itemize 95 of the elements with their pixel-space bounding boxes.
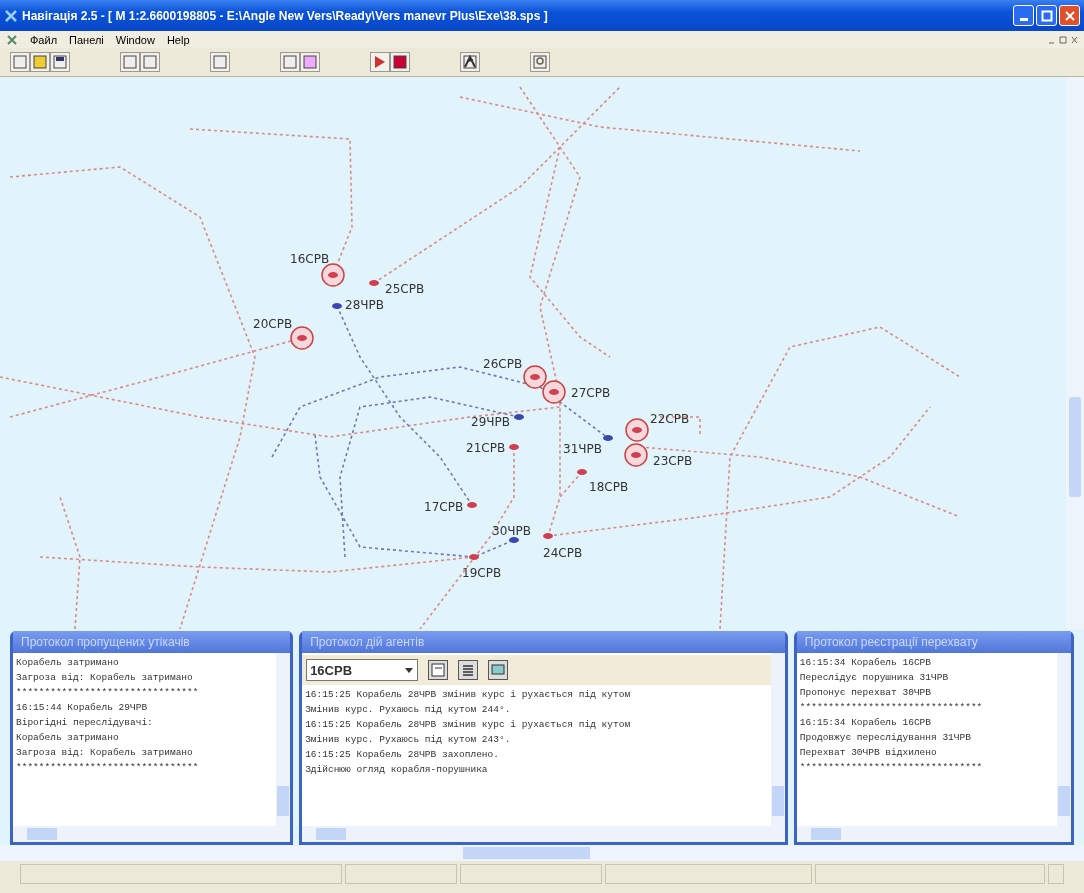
ship-label: 29ЧРВ bbox=[471, 415, 510, 429]
ship-label: 25СРВ bbox=[385, 282, 425, 296]
vertical-scrollbar[interactable] bbox=[276, 653, 291, 826]
vertical-scrollbar[interactable] bbox=[1057, 653, 1071, 826]
menu-item[interactable]: Панелі bbox=[69, 33, 104, 46]
ship-marker[interactable] bbox=[632, 427, 642, 433]
ship-label: 26СРВ bbox=[483, 357, 523, 371]
ship-label: 27СРВ bbox=[571, 386, 611, 400]
ship-label: 31ЧРВ bbox=[563, 442, 602, 456]
ship-label: 17СРВ bbox=[424, 500, 464, 514]
minimize-icon bbox=[1019, 18, 1028, 21]
horizontal-scrollbar[interactable] bbox=[796, 826, 1071, 842]
save-tool-icon[interactable] bbox=[50, 52, 70, 72]
log-line: Змінив курс. Рухаюсь під кутом 244°. bbox=[305, 703, 512, 717]
minimize-button[interactable] bbox=[1013, 5, 1034, 26]
log-line: 16:15:34 Корабель 16СРВ bbox=[799, 716, 932, 730]
log-line: Перехват 30ЧРВ відхилено bbox=[799, 746, 938, 760]
log-line: ******************************** bbox=[16, 761, 200, 775]
page-tool-icon[interactable] bbox=[300, 52, 320, 72]
log-line: 16:15:34 Корабель 16СРВ bbox=[799, 656, 932, 670]
ship-marker[interactable] bbox=[631, 452, 641, 458]
ship-marker[interactable] bbox=[297, 335, 307, 341]
ship-marker[interactable] bbox=[328, 272, 338, 278]
ship-label: 18СРВ bbox=[589, 480, 629, 494]
ship-marker[interactable] bbox=[369, 280, 379, 286]
ship-marker[interactable] bbox=[509, 537, 519, 543]
target-ring-icon[interactable] bbox=[542, 380, 566, 404]
target-ring-icon[interactable] bbox=[290, 326, 314, 350]
ship-label: 30ЧРВ bbox=[492, 524, 531, 538]
close-button[interactable] bbox=[1059, 5, 1080, 26]
horizontal-scrollbar[interactable] bbox=[13, 826, 291, 842]
ship-label: 19СРВ bbox=[462, 566, 502, 580]
ship-marker[interactable] bbox=[509, 444, 519, 450]
close-icon bbox=[1063, 9, 1076, 22]
ship-marker[interactable] bbox=[549, 389, 559, 395]
log-line: 16:15:44 Корабель 29ЧРВ bbox=[16, 701, 149, 715]
log-line: Корабель затримано bbox=[16, 731, 120, 745]
log-line: Вірогідні переслідувачі: bbox=[16, 716, 154, 730]
log-line: 16:15:25 Корабель 28ЧРВ змінив курс і рухається під кутом bbox=[305, 718, 632, 732]
ship-marker[interactable] bbox=[603, 435, 613, 441]
list-icon[interactable] bbox=[458, 660, 479, 680]
log-line: ******************************** bbox=[799, 701, 984, 715]
ship-label: 21СРВ bbox=[466, 441, 506, 455]
log-line: ******************************** bbox=[16, 686, 200, 700]
ship-label: 20СРВ bbox=[253, 317, 293, 331]
window-title: Навігація 2.5 - [ M 1:2.6600198805 - E:\Angle New Vers\Ready\Vers manevr Plus\Exe\38.sps ] bbox=[22, 8, 549, 23]
ship-label: 23СРВ bbox=[653, 454, 693, 468]
log-line: Переслідує порушника 31ЧРВ bbox=[799, 671, 950, 685]
window-controls-icon[interactable] bbox=[1048, 34, 1078, 45]
ship-label: 28ЧРВ bbox=[345, 298, 384, 312]
menu-item[interactable]: Файл bbox=[30, 33, 58, 46]
export-icon[interactable] bbox=[428, 660, 449, 680]
horizontal-scrollbar[interactable] bbox=[0, 845, 1084, 861]
ship-marker[interactable] bbox=[332, 303, 342, 309]
log-line: Здійснюю огляд корабля-порушника bbox=[305, 763, 489, 777]
ship-label: 24СРВ bbox=[543, 546, 583, 560]
log-line: Пропонує перехват 30ЧРВ bbox=[799, 686, 932, 700]
log-line: Продовжує переслідування 31ЧРВ bbox=[799, 731, 972, 745]
log-line: Загроза від: Корабель затримано bbox=[16, 746, 194, 760]
log-line: Змінив курс. Рухаюсь під кутом 243°. bbox=[305, 733, 512, 747]
log-line: Корабель затримано bbox=[16, 656, 120, 670]
ship-label: 22СРВ bbox=[650, 412, 690, 426]
ship-marker[interactable] bbox=[543, 533, 553, 539]
app-icon bbox=[4, 8, 18, 23]
ship-marker[interactable] bbox=[467, 502, 477, 508]
app-icon bbox=[6, 33, 18, 46]
maximize-button[interactable] bbox=[1036, 5, 1057, 26]
dropdown-arrow-icon[interactable] bbox=[404, 666, 415, 674]
ship-label: 16СРВ bbox=[290, 252, 330, 266]
vertical-scrollbar[interactable] bbox=[1066, 77, 1084, 629]
log-line: 16:15:25 Корабель 28ЧРВ змінив курс і рухається під кутом bbox=[305, 688, 632, 702]
ship-marker[interactable] bbox=[469, 554, 479, 560]
menu-item[interactable]: Help bbox=[166, 33, 190, 46]
ship-marker[interactable] bbox=[530, 374, 540, 380]
log-line: 16:15:25 Корабель 28ЧРВ захоплено. bbox=[305, 748, 500, 762]
ship-marker[interactable] bbox=[514, 414, 524, 420]
panel-title: Протокол дій агентів bbox=[302, 631, 785, 653]
menu-item[interactable]: Window bbox=[115, 33, 155, 46]
target-ring-icon[interactable] bbox=[523, 365, 547, 389]
horizontal-scrollbar[interactable] bbox=[302, 826, 785, 842]
maximize-icon bbox=[1040, 9, 1053, 22]
log-line: Загроза від: Корабель затримано bbox=[16, 671, 194, 685]
play-tool-icon[interactable] bbox=[370, 52, 390, 72]
panel-title: Протокол реєстрації перехвату bbox=[796, 631, 1071, 653]
ship-marker[interactable] bbox=[577, 469, 587, 475]
target-ring-icon[interactable] bbox=[625, 418, 649, 442]
target-ring-icon[interactable] bbox=[624, 443, 648, 467]
stop-tool-icon[interactable] bbox=[390, 52, 410, 72]
panel-title: Протокол пропущених утікачів bbox=[13, 631, 291, 653]
target-ring-icon[interactable] bbox=[321, 263, 345, 287]
doc-tool-icon[interactable] bbox=[10, 52, 30, 72]
ship-select[interactable]: 16СРВ bbox=[306, 659, 419, 681]
log-line: ******************************** bbox=[799, 761, 984, 775]
screen-icon[interactable] bbox=[488, 660, 509, 680]
vertical-scrollbar[interactable] bbox=[770, 653, 785, 826]
